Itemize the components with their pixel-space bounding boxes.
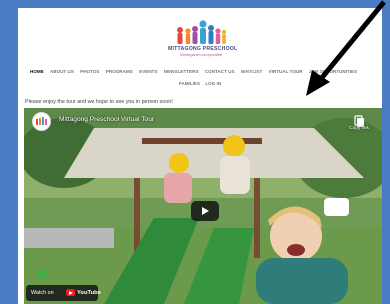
nav-virtual-tour[interactable]: VIRTUAL TOUR	[269, 69, 303, 74]
watch-on-youtube-button[interactable]: Watch on YouTube	[26, 285, 101, 301]
site-logo[interactable]: MITTAGONG PRESCHOOL Kindergarten Incorpo…	[168, 20, 238, 60]
youtube-logo-icon	[66, 289, 75, 296]
channel-avatar-icon[interactable]	[32, 112, 51, 131]
nav-contact-us[interactable]: CONTACT US	[205, 69, 235, 74]
nav-families[interactable]: FAMILIES	[179, 81, 200, 86]
nav-job-opportunities[interactable]: JOB OPPORTUNITIES	[309, 69, 357, 74]
youtube-wordmark: YouTube	[77, 289, 101, 296]
logo-figures-icon	[177, 20, 227, 44]
secondary-nav: FAMILIES LOG IN	[18, 81, 382, 86]
nav-about-us[interactable]: ABOUT US	[50, 69, 74, 74]
nav-log-in[interactable]: LOG IN	[205, 81, 221, 86]
watch-on-label: Watch on	[31, 290, 54, 296]
web-page: MITTAGONG PRESCHOOL Kindergarten Incorpo…	[18, 8, 382, 304]
nav-waitlist[interactable]: WAITLIST	[241, 69, 262, 74]
main-nav: HOME ABOUT US PHOTOS PROGRAMS EVENTS NEW…	[30, 69, 380, 74]
video-player[interactable]: Mittagong Preschool Virtual Tour Copy li…	[24, 108, 382, 304]
play-icon[interactable]	[191, 201, 219, 221]
logo-title: MITTAGONG PRESCHOOL	[168, 46, 238, 52]
nav-photos[interactable]: PHOTOS	[80, 69, 99, 74]
copy-link-label[interactable]: Copy link	[342, 126, 376, 131]
logo-subtitle: Kindergarten Incorporated	[180, 53, 222, 57]
intro-text: Please enjoy the tour and we hope to see…	[25, 99, 173, 105]
video-title[interactable]: Mittagong Preschool Virtual Tour	[59, 116, 154, 123]
nav-programs[interactable]: PROGRAMS	[106, 69, 133, 74]
nav-events[interactable]: EVENTS	[139, 69, 157, 74]
nav-home[interactable]: HOME	[30, 69, 44, 74]
nav-newsletters[interactable]: NEWSLETTERS	[164, 69, 199, 74]
